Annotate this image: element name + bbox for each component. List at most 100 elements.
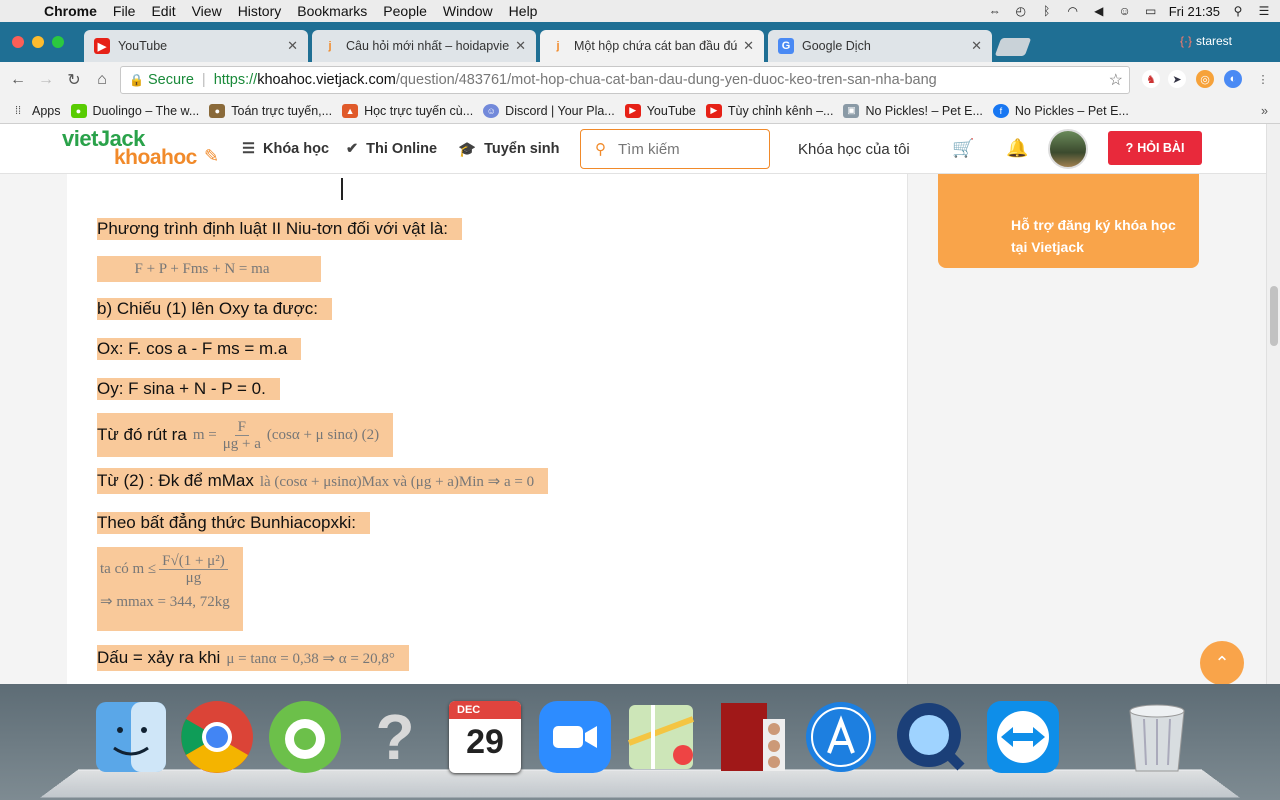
extension-cursor-icon[interactable]: ➤ [1168, 70, 1186, 88]
zoom-icon[interactable] [536, 698, 614, 776]
bookmark-tuy-chinh-kenh[interactable]: ▶ Tùy chỉnh kênh –... [705, 103, 833, 118]
extension-globe-icon[interactable]: ◐ [1224, 70, 1242, 88]
close-tab-icon[interactable]: ✕ [971, 38, 982, 54]
status-area: ⇔ ◴ ᛒ ◠ ◀ ☺ ▭ Fri 21:35 ⚲ ☰ [987, 0, 1272, 22]
nav-thi-online[interactable]: ✔ Thi Online [346, 124, 437, 174]
app-store-icon[interactable] [802, 698, 880, 776]
browser-toolbar: ← → ↻ ⌂ 🔒 Secure | https:// khoahoc.viet… [0, 62, 1280, 98]
quicktime-icon[interactable] [892, 698, 970, 776]
coc-coc-icon[interactable] [266, 698, 344, 776]
ask-question-button[interactable]: ? HỎI BÀI [1108, 131, 1202, 165]
menu-window[interactable]: Window [435, 3, 501, 19]
spotlight-search-icon[interactable]: ⚲ [1230, 4, 1246, 18]
new-tab-button[interactable] [994, 38, 1032, 56]
time-machine-icon[interactable]: ◴ [1013, 4, 1029, 18]
menu-app-name[interactable]: Chrome [36, 3, 105, 19]
teamviewer-status-icon[interactable]: ⇔ [987, 4, 1003, 18]
tab-label: Một hộp chứa cát ban đầu đứ [574, 39, 738, 53]
solution-line-3: b) Chiếu (1) lên Oxy ta được: [97, 298, 332, 320]
zoom-window-button[interactable] [52, 36, 64, 48]
secure-label: Secure [147, 72, 194, 88]
bookmark-no-pickles-1[interactable]: ▣ No Pickles! – Pet E... [843, 103, 983, 118]
bookmark-duolingo[interactable]: ● Duolingo – The w... [70, 103, 199, 118]
more-bookmarks-icon[interactable]: » [1261, 104, 1268, 118]
tab-youtube[interactable]: ▶ YouTube ✕ [84, 30, 308, 62]
wifi-icon[interactable]: ◠ [1065, 4, 1081, 18]
extension-red-figure-icon[interactable]: ♞ [1142, 70, 1160, 88]
photo-booth-icon[interactable] [712, 698, 790, 776]
chrome-menu-icon[interactable]: ⋮ [1254, 70, 1272, 88]
cart-icon[interactable]: 🛒 [952, 138, 974, 159]
finder-icon[interactable] [92, 698, 170, 776]
close-tab-icon[interactable]: ✕ [515, 38, 526, 54]
bluetooth-icon[interactable]: ᛒ [1039, 4, 1055, 18]
menu-view[interactable]: View [184, 3, 230, 19]
teamviewer-icon[interactable] [984, 698, 1062, 776]
back-arrow-icon[interactable]: ← [4, 71, 32, 89]
trash-icon[interactable] [1118, 698, 1196, 776]
support-sidebar-card[interactable]: Hỗ trợ đăng ký khóa học tại Vietjack [938, 174, 1199, 268]
menu-clock[interactable]: Fri 21:35 [1169, 4, 1220, 19]
unknown-app-icon[interactable]: ? [356, 698, 434, 776]
bookmark-star-icon[interactable]: ☆ [1109, 70, 1123, 90]
web-page: vietJack khoahoc ✎ ☰ Khóa học ✔ Thi Online… [0, 124, 1280, 684]
bookmark-toan-truc-tuyen[interactable]: ● Toán trực tuyến,... [209, 103, 332, 118]
tab-label: Câu hỏi mới nhất – hoidapviet [346, 39, 510, 53]
user-status-icon[interactable]: ☺ [1117, 4, 1133, 18]
bookmark-discord[interactable]: ☺ Discord | Your Pla... [483, 103, 615, 118]
user-avatar[interactable] [1048, 129, 1088, 169]
menu-file[interactable]: File [105, 3, 144, 19]
solution-line-1: Phương trình định luật II Niu-tơn đối vớ… [97, 218, 462, 240]
battery-icon[interactable]: ▭ [1143, 4, 1159, 18]
profile-button[interactable]: {·} starest [1180, 34, 1232, 48]
scroll-to-top-button[interactable]: ⌃ [1200, 641, 1244, 684]
calendar-day: 29 [466, 723, 504, 761]
maps-icon[interactable] [622, 698, 700, 776]
address-bar[interactable]: 🔒 Secure | https:// khoahoc.vietjack.com… [120, 66, 1130, 94]
page-scrollbar[interactable] [1266, 124, 1280, 684]
text-cursor [341, 178, 343, 200]
reload-icon[interactable]: ↻ [60, 70, 88, 90]
bell-icon[interactable]: 🔔 [1006, 138, 1028, 159]
nav-khoa-hoc[interactable]: ☰ Khóa học [242, 124, 329, 174]
minimize-window-button[interactable] [32, 36, 44, 48]
volume-icon[interactable]: ◀ [1091, 4, 1107, 18]
close-window-button[interactable] [12, 36, 24, 48]
bookmark-apps[interactable]: ⁞⁞ Apps [10, 104, 61, 118]
notification-center-icon[interactable]: ☰ [1256, 4, 1272, 18]
forward-arrow-icon[interactable]: → [32, 71, 60, 89]
home-icon[interactable]: ⌂ [88, 71, 116, 89]
site-search-input[interactable]: ⚲ Tìm kiếm [580, 129, 770, 169]
bookmark-no-pickles-2[interactable]: f No Pickles – Pet E... [992, 103, 1129, 118]
discord-icon: ☺ [483, 103, 500, 118]
extension-orange-swirl-icon[interactable]: ◎ [1196, 70, 1214, 88]
hoc-site-icon: ▲ [342, 103, 359, 118]
lock-icon: 🔒 [129, 73, 144, 87]
tab-google-translate[interactable]: G Google Dịch ✕ [768, 30, 992, 62]
vietjack-favicon-icon: j [556, 40, 560, 52]
menu-people[interactable]: People [375, 3, 435, 19]
calendar-icon[interactable]: DEC 29 [446, 698, 524, 776]
facebook-icon: f [992, 103, 1009, 118]
vietjack-favicon-icon: j [328, 40, 332, 52]
bookmark-youtube[interactable]: ▶ YouTube [624, 103, 696, 118]
solution-content: Phương trình định luật II Niu-tơn đối vớ… [67, 174, 908, 684]
bookmark-hoc-truc-tuyen[interactable]: ▲ Học trực tuyến cù... [342, 103, 473, 118]
my-courses-link[interactable]: Khóa học của tôi [798, 124, 910, 174]
tab-current-question[interactable]: j Một hộp chứa cát ban đầu đứ ✕ [540, 30, 764, 62]
tab-hoidapvietjack[interactable]: j Câu hỏi mới nhất – hoidapviet ✕ [312, 30, 536, 62]
calendar-month: DEC [449, 701, 521, 719]
nav-tuyen-sinh[interactable]: 🎓 Tuyển sinh [458, 124, 560, 174]
close-tab-icon[interactable]: ✕ [287, 38, 298, 54]
menu-edit[interactable]: Edit [143, 3, 183, 19]
menu-help[interactable]: Help [501, 3, 546, 19]
site-logo-bottom[interactable]: khoahoc [114, 146, 197, 170]
graduation-cap-icon: 🎓 [458, 141, 477, 158]
site-header: vietJack khoahoc ✎ ☰ Khóa học ✔ Thi Online… [0, 124, 1266, 174]
close-tab-icon[interactable]: ✕ [743, 38, 754, 54]
menu-bookmarks[interactable]: Bookmarks [289, 3, 375, 19]
menu-history[interactable]: History [230, 3, 290, 19]
youtube-favicon-icon: ▶ [94, 38, 110, 54]
chrome-icon[interactable] [178, 698, 256, 776]
scrollbar-thumb[interactable] [1270, 286, 1278, 346]
